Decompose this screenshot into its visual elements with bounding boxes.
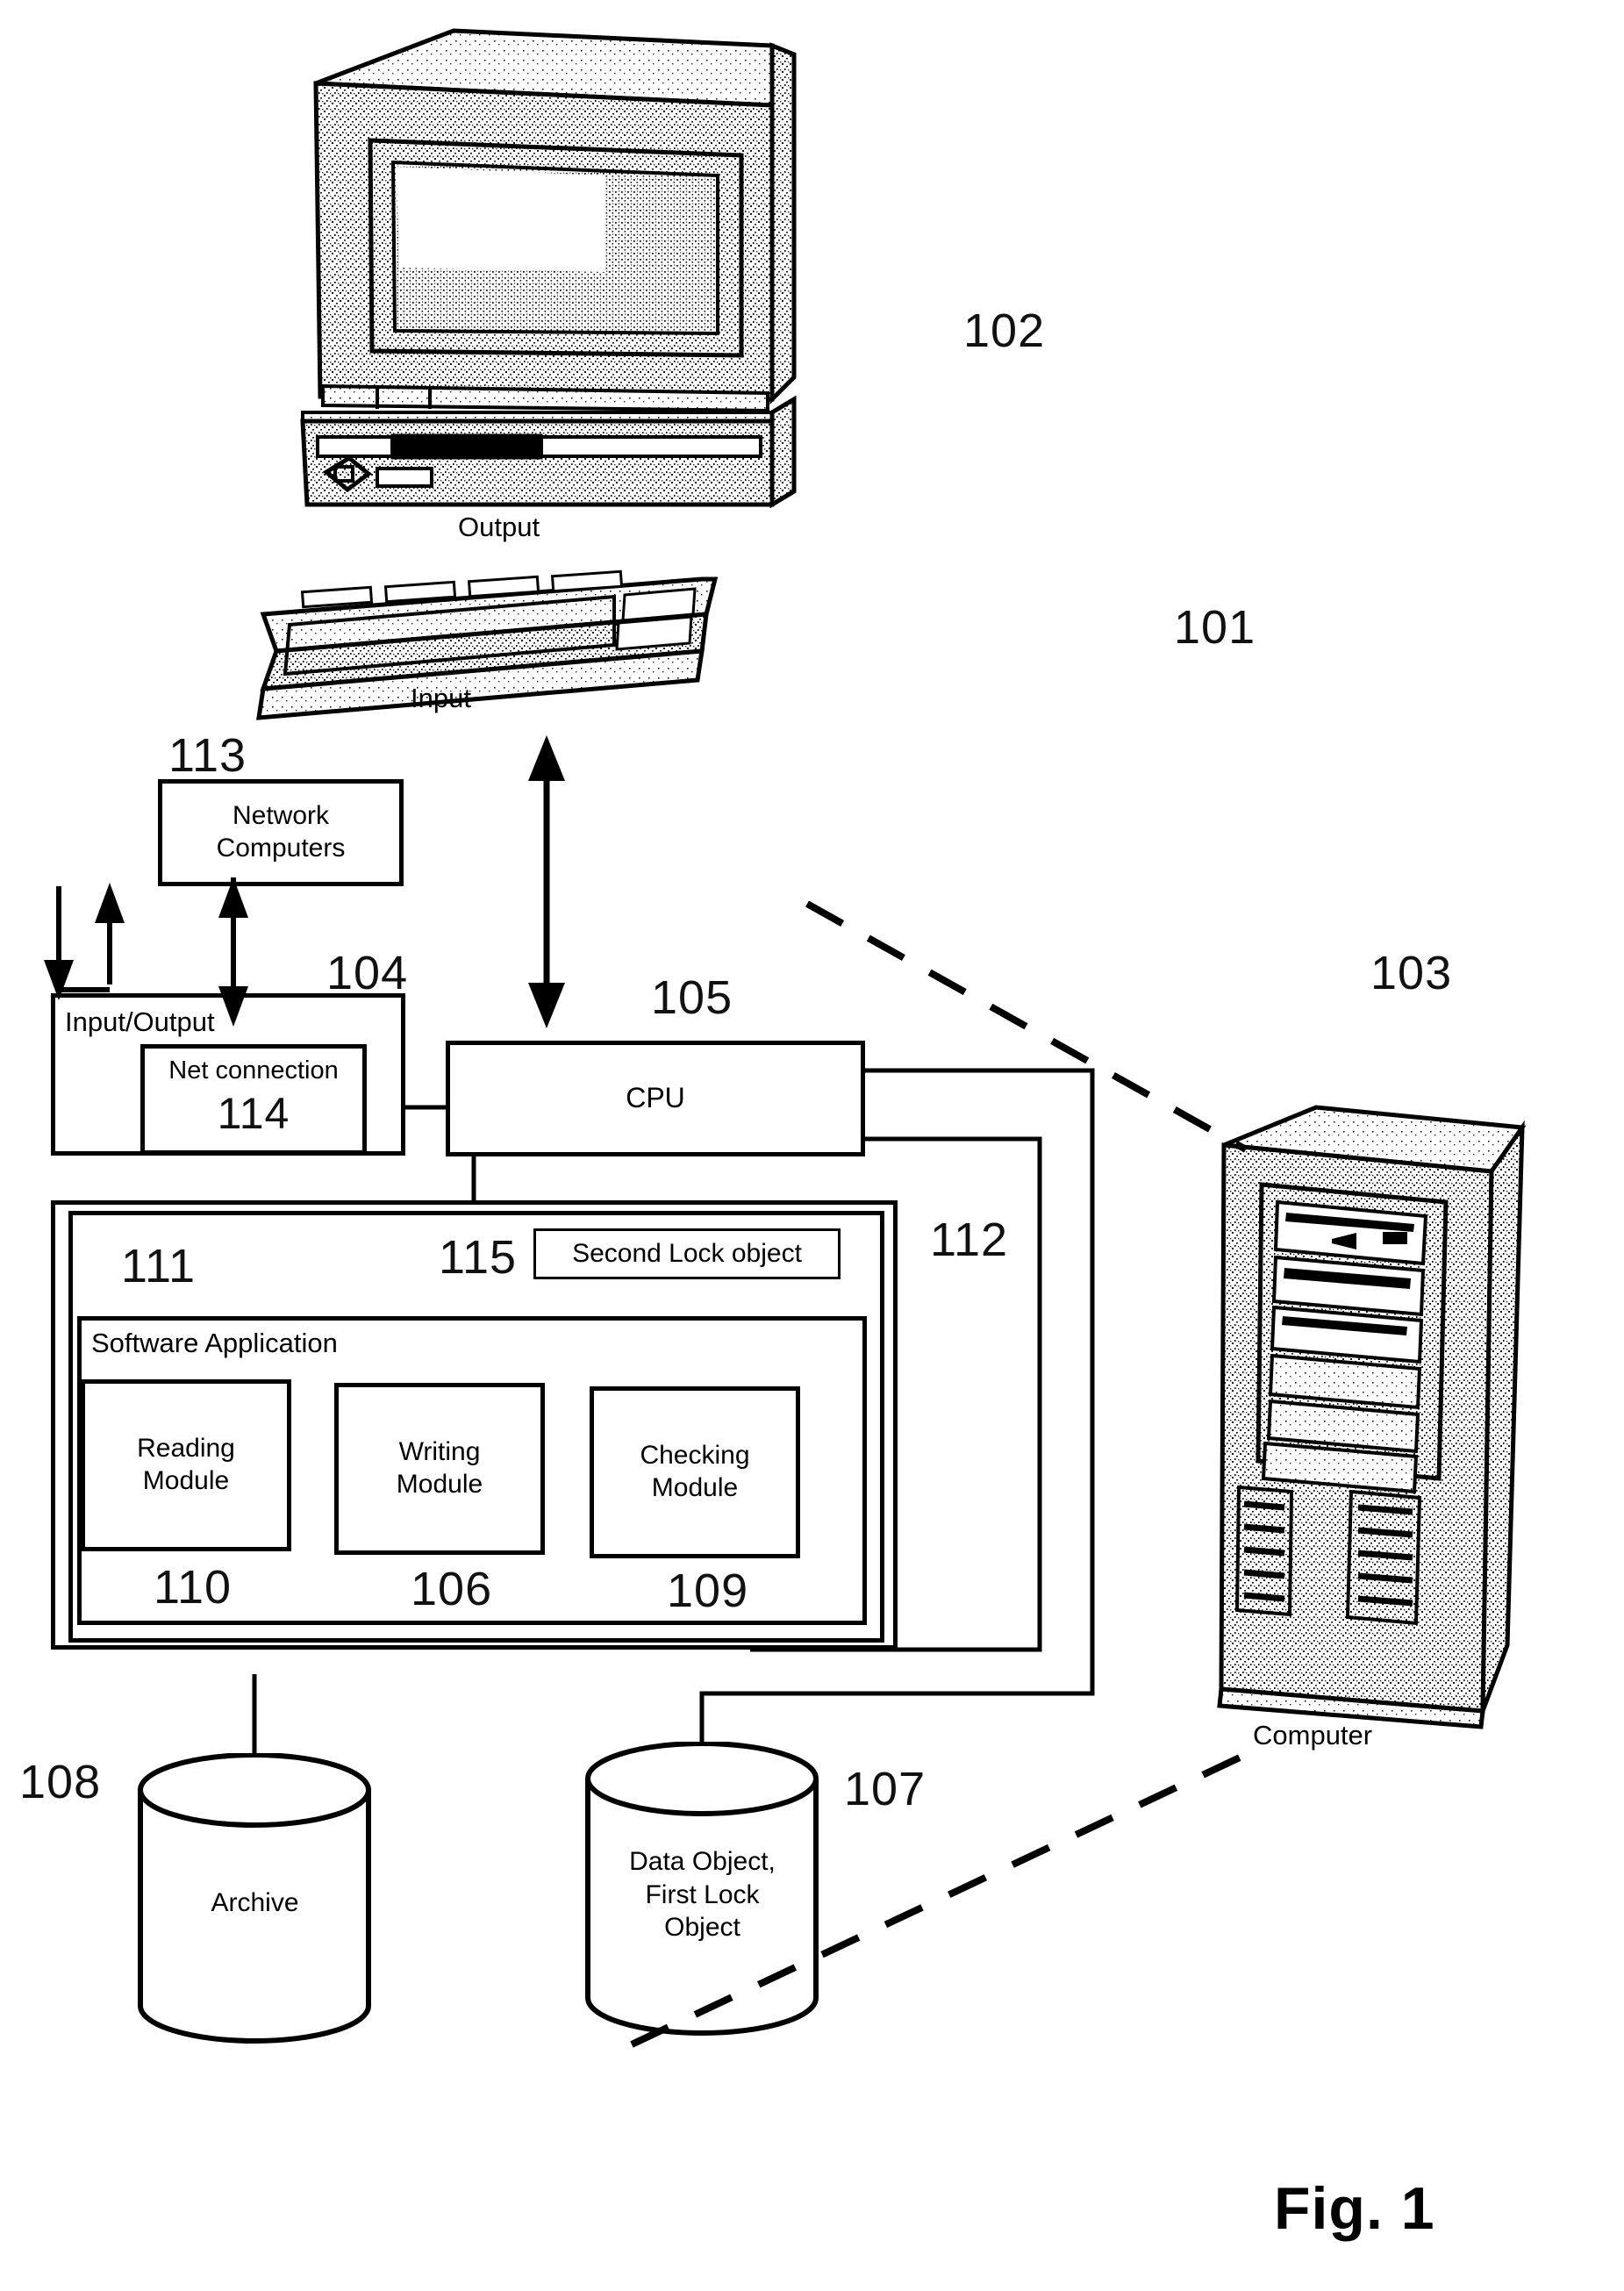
keyboard-graphic [256,569,719,720]
ref-108: 108 [19,1756,102,1808]
ref-112: 112 [930,1214,1009,1266]
keyboard-caption: Input [411,683,471,713]
server-tower-caption: Computer [1253,1720,1373,1750]
block-checking-module[interactable]: Checking Module [590,1386,800,1558]
patent-figure-page: Network Computers 113 Input/Output 104 N… [0,0,1624,2291]
ref-105: 105 [651,971,733,1024]
store-archive-label: Archive [211,1888,299,1917]
ref-115: 115 [439,1231,518,1284]
ref-111: 111 [121,1240,197,1292]
monitor-caption: Output [458,512,540,542]
ref-102: 102 [963,304,1046,357]
block-network-computers-label: Network Computers [216,801,346,863]
block-writing-module-label: Writing Module [396,1437,483,1499]
block-second-lock-object-label: Second Lock object [572,1238,802,1268]
store-archive[interactable]: Archive [130,1752,380,2056]
ref-109: 109 [667,1564,749,1617]
ref-113: 113 [168,729,247,782]
server-tower-graphic [1217,1105,1527,1729]
store-data-object-label: Data Object, First Lock Object [629,1847,776,1942]
block-second-lock-object[interactable]: Second Lock object [533,1228,841,1279]
block-cpu[interactable]: CPU [446,1041,865,1156]
block-writing-module[interactable]: Writing Module [334,1383,545,1555]
block-reading-module-label: Reading Module [137,1434,235,1495]
monitor-graphic [300,28,797,509]
block-checking-module-label: Checking Module [640,1441,750,1502]
ref-107: 107 [844,1763,926,1815]
ref-104: 104 [326,947,409,999]
ref-103: 103 [1370,947,1453,999]
block-net-connection[interactable]: Net connection 114 [140,1044,367,1155]
block-cpu-label: CPU [626,1082,685,1114]
ref-114: 114 [217,1089,290,1139]
figure-title: Fig. 1 [1274,2175,1435,2242]
ref-110: 110 [154,1561,233,1614]
block-reading-module[interactable]: Reading Module [81,1379,291,1551]
block-net-connection-label: Net connection [168,1056,339,1085]
block-input-output-label: Input/Output [65,1006,215,1037]
block-network-computers[interactable]: Network Computers [158,779,404,886]
block-software-application-label: Software Application [91,1328,338,1358]
ref-106: 106 [411,1563,493,1615]
ref-101: 101 [1174,601,1256,654]
store-data-object[interactable]: Data Object, First Lock Object [577,1741,827,2049]
